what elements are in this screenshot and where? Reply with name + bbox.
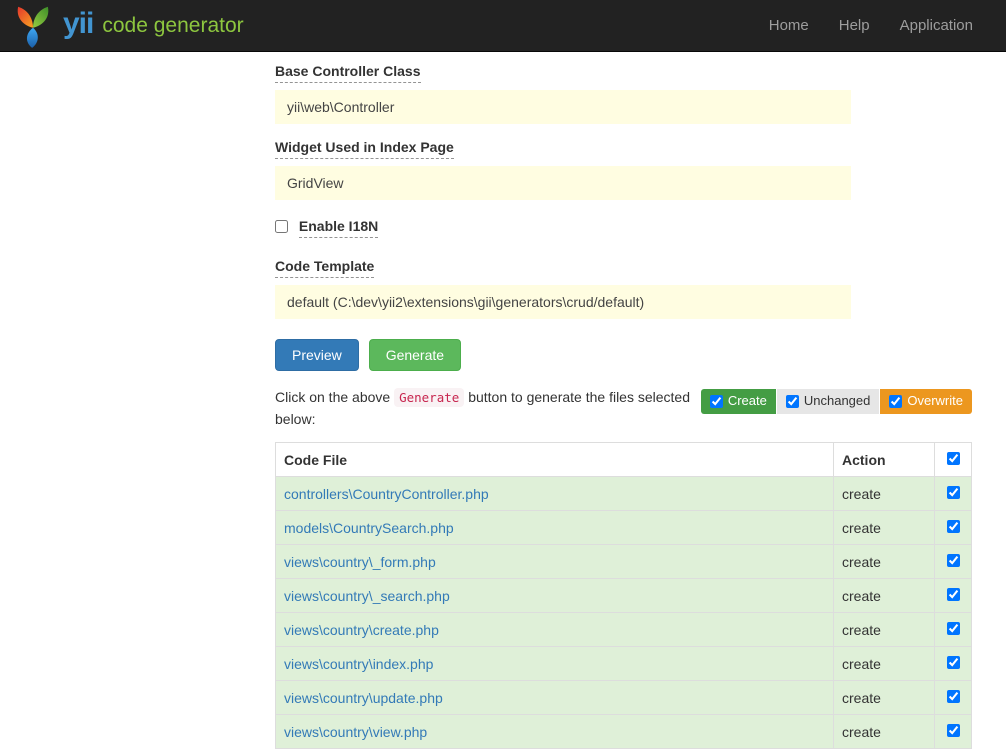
header-check-cell <box>935 443 972 477</box>
brand-link[interactable]: yii code generator <box>12 3 244 49</box>
base-controller-class-label[interactable]: Base Controller Class <box>275 63 421 83</box>
row-checkbox[interactable] <box>947 622 960 635</box>
field-index-widget-type: Widget Used in Index Page <box>275 139 972 200</box>
file-link[interactable]: views\country\index.php <box>284 656 433 672</box>
nav-links: Home Help Application <box>754 17 988 34</box>
base-controller-class-input[interactable] <box>275 90 851 124</box>
filter-overwrite[interactable]: Overwrite <box>880 389 972 414</box>
filter-create[interactable]: Create <box>701 389 776 414</box>
filter-overwrite-label: Overwrite <box>907 393 963 410</box>
instruction-prefix: Click on the above <box>275 389 390 405</box>
row-checkbox[interactable] <box>947 554 960 567</box>
file-link[interactable]: views\country\update.php <box>284 690 443 706</box>
code-template-input[interactable] <box>275 285 851 319</box>
enable-i18n-label[interactable]: Enable I18N <box>299 218 378 238</box>
check-all-checkbox[interactable] <box>947 452 960 465</box>
row-checkbox[interactable] <box>947 588 960 601</box>
file-link[interactable]: views\country\create.php <box>284 622 439 638</box>
index-widget-type-input[interactable] <box>275 166 851 200</box>
row-checkbox[interactable] <box>947 724 960 737</box>
header-code-file: Code File <box>276 443 834 477</box>
generator-form: Base Controller Class Widget Used in Ind… <box>275 63 972 749</box>
field-base-controller-class: Base Controller Class <box>275 63 972 124</box>
filter-unchanged[interactable]: Unchanged <box>777 389 880 414</box>
file-link[interactable]: views\country\_form.php <box>284 554 436 570</box>
filter-unchanged-label: Unchanged <box>804 393 871 410</box>
filter-create-checkbox[interactable] <box>710 395 723 408</box>
yii-logo-icon <box>12 3 54 49</box>
results-header: Click on the above Generate button to ge… <box>275 387 972 430</box>
field-enable-i18n: Enable I18N <box>275 218 972 234</box>
filter-unchanged-checkbox[interactable] <box>786 395 799 408</box>
file-filters: Create Unchanged Overwrite <box>701 389 972 414</box>
table-header-row: Code File Action <box>276 443 972 477</box>
field-code-template: Code Template <box>275 258 972 319</box>
action-cell: create <box>834 545 935 579</box>
row-checkbox[interactable] <box>947 486 960 499</box>
row-checkbox[interactable] <box>947 690 960 703</box>
generate-code-label: Generate <box>394 388 464 407</box>
table-row: views\country\update.php create <box>276 681 972 715</box>
action-cell: create <box>834 715 935 749</box>
code-files-table: Code File Action controllers\CountryCont… <box>275 442 972 749</box>
table-row: views\country\index.php create <box>276 647 972 681</box>
action-cell: create <box>834 681 935 715</box>
action-cell: create <box>834 647 935 681</box>
generate-instruction: Click on the above Generate button to ge… <box>275 387 701 430</box>
nav-link-application[interactable]: Application <box>885 17 988 34</box>
table-row: views\country\_search.php create <box>276 579 972 613</box>
table-row: models\CountrySearch.php create <box>276 511 972 545</box>
action-cell: create <box>834 579 935 613</box>
file-link[interactable]: views\country\view.php <box>284 724 427 740</box>
file-link[interactable]: views\country\_search.php <box>284 588 450 604</box>
enable-i18n-checkbox[interactable] <box>275 220 288 233</box>
table-row: views\country\create.php create <box>276 613 972 647</box>
nav-link-home[interactable]: Home <box>754 17 824 34</box>
filter-overwrite-checkbox[interactable] <box>889 395 902 408</box>
action-cell: create <box>834 477 935 511</box>
action-cell: create <box>834 511 935 545</box>
form-buttons: Preview Generate <box>275 339 972 371</box>
table-row: views\country\_form.php create <box>276 545 972 579</box>
brand-title: yii <box>63 9 93 39</box>
code-template-label[interactable]: Code Template <box>275 258 374 278</box>
file-link[interactable]: models\CountrySearch.php <box>284 520 454 536</box>
filter-create-label: Create <box>728 393 767 410</box>
action-cell: create <box>834 613 935 647</box>
header-action: Action <box>834 443 935 477</box>
row-checkbox[interactable] <box>947 520 960 533</box>
index-widget-type-label[interactable]: Widget Used in Index Page <box>275 139 454 159</box>
table-row: views\country\view.php create <box>276 715 972 749</box>
navbar: yii code generator Home Help Application <box>0 0 1006 52</box>
brand-subtitle: code generator <box>102 15 243 36</box>
generate-button[interactable]: Generate <box>369 339 461 371</box>
table-row: controllers\CountryController.php create <box>276 477 972 511</box>
row-checkbox[interactable] <box>947 656 960 669</box>
nav-link-help[interactable]: Help <box>824 17 885 34</box>
file-link[interactable]: controllers\CountryController.php <box>284 486 489 502</box>
preview-button[interactable]: Preview <box>275 339 359 371</box>
